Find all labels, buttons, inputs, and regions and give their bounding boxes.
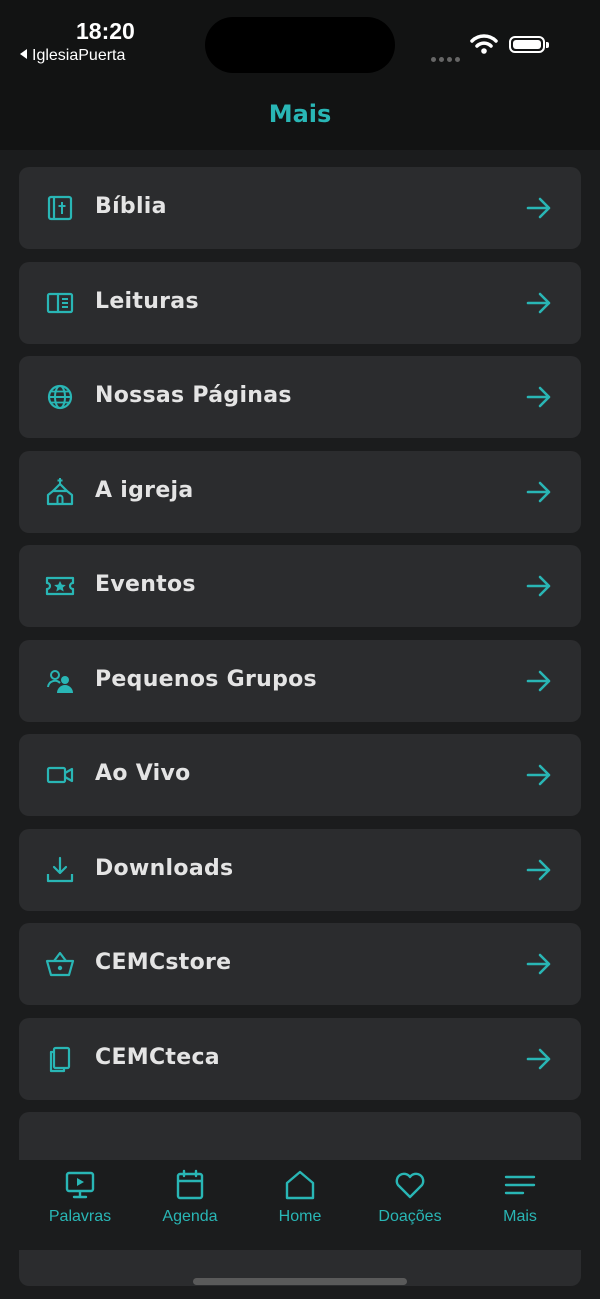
arrow-right-icon	[526, 481, 551, 503]
church-icon	[46, 478, 74, 506]
group-icon	[47, 670, 73, 693]
arrow-right-icon	[526, 292, 551, 314]
arrow-right-icon	[526, 386, 551, 408]
arrow-right-icon	[526, 1048, 551, 1070]
menu-item-nossas-paginas[interactable]: Nossas Páginas	[19, 356, 581, 438]
arrow-right-icon	[526, 953, 551, 975]
status-time: 18:20	[76, 18, 135, 44]
menu-item-a-igreja[interactable]: A igreja	[19, 451, 581, 533]
tab-label: Palavras	[48, 1208, 112, 1225]
menu-item-downloads[interactable]: Downloads	[19, 829, 581, 911]
tab-label: Mais	[503, 1208, 537, 1225]
tab-mais[interactable]: Mais	[465, 1168, 575, 1238]
download-icon	[46, 856, 74, 883]
tab-agenda[interactable]: Agenda	[135, 1168, 245, 1238]
tab-label: Home	[278, 1208, 322, 1225]
menu-item-cemcteca[interactable]: CEMCteca	[19, 1018, 581, 1100]
battery-icon	[509, 36, 549, 53]
basket-icon	[45, 951, 75, 977]
video-camera-icon	[46, 766, 74, 784]
back-to-app-link[interactable]: IglesiaPuerta	[20, 47, 125, 65]
menu-item-label: Leituras	[95, 289, 199, 314]
menu-item-label: A igreja	[95, 478, 194, 503]
ticket-star-icon	[45, 576, 75, 596]
menu-item-label: Nossas Páginas	[95, 383, 292, 408]
book-open-icon	[46, 292, 74, 314]
menu-item-cemcstore[interactable]: CEMCstore	[19, 923, 581, 1005]
status-bar: 18:20 IglesiaPuerta	[0, 0, 600, 80]
nav-header: Mais	[0, 80, 600, 150]
menu-item-label: Downloads	[95, 856, 234, 881]
heart-icon	[395, 1172, 425, 1199]
menu-item-pequenos-grupos[interactable]: Pequenos Grupos	[19, 640, 581, 722]
dynamic-island	[205, 17, 395, 73]
globe-icon	[47, 384, 73, 410]
menu-item-label: CEMCstore	[95, 950, 232, 975]
menu-item-leituras[interactable]: Leituras	[19, 262, 581, 344]
tab-home[interactable]: Home	[245, 1168, 355, 1238]
home-indicator	[193, 1278, 407, 1285]
cellular-signal-icon	[431, 47, 463, 66]
menu-item-biblia[interactable]: Bíblia	[19, 167, 581, 249]
arrow-right-icon	[526, 859, 551, 881]
arrow-right-icon	[526, 575, 551, 597]
menu-list[interactable]: Bíblia Leituras Nossas Páginas A igreja …	[0, 150, 600, 1299]
tab-palavras[interactable]: Palavras	[25, 1168, 135, 1238]
bible-icon	[47, 195, 73, 221]
tab-label: Agenda	[162, 1208, 218, 1225]
home-icon	[285, 1170, 315, 1200]
tab-doacoes[interactable]: Doações	[355, 1168, 465, 1238]
arrow-right-icon	[526, 670, 551, 692]
monitor-icon	[65, 1171, 95, 1199]
menu-item-label: Bíblia	[95, 194, 167, 219]
arrow-right-icon	[526, 764, 551, 786]
menu-item-ao-vivo[interactable]: Ao Vivo	[19, 734, 581, 816]
back-app-label: IglesiaPuerta	[32, 47, 126, 64]
menu-item-eventos[interactable]: Eventos	[19, 545, 581, 627]
menu-item-label: Ao Vivo	[95, 761, 191, 786]
menu-item-label: Eventos	[95, 572, 196, 597]
calendar-icon	[176, 1169, 204, 1200]
tab-label: Doações	[378, 1208, 442, 1225]
menu-lines-icon	[504, 1175, 536, 1195]
library-icon	[49, 1046, 71, 1073]
wifi-icon	[470, 34, 498, 54]
menu-item-label: CEMCteca	[95, 1045, 220, 1070]
arrow-right-icon	[526, 197, 551, 219]
back-triangle-icon	[20, 49, 27, 59]
page-title: Mais	[268, 100, 332, 128]
menu-item-label: Pequenos Grupos	[95, 667, 317, 692]
